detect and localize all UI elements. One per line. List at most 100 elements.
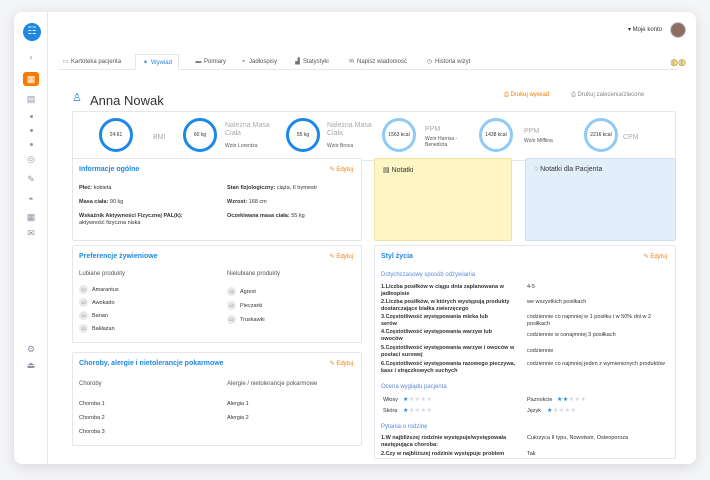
rating-stars[interactable]: ★★★★★ bbox=[557, 396, 586, 403]
cpm-ring: 2216 kcal bbox=[584, 118, 618, 152]
edit-button[interactable]: ✎ Edytuj bbox=[330, 253, 353, 260]
list-item: 12 Awokado bbox=[79, 298, 115, 307]
list-item: 12 Amarantus bbox=[79, 285, 119, 294]
tab-label: Statystyki bbox=[303, 59, 329, 65]
patient-notes-card[interactable]: ◌ Notatki dla Pacjenta bbox=[525, 158, 676, 241]
edit-button[interactable]: ✎ Edytuj bbox=[644, 253, 667, 260]
dish-icon[interactable]: ◓ bbox=[23, 192, 39, 206]
weight-broca-ring: 55 kg bbox=[286, 118, 320, 152]
diseases-card: Choroby, alergie i nietolerancje pokarmo… bbox=[72, 352, 362, 446]
family-title: Pytania o rodzinę bbox=[381, 424, 428, 430]
disease-item: Choroba 3 bbox=[79, 429, 105, 435]
family-answer: Tak bbox=[527, 451, 536, 457]
dish-icon: ◓ bbox=[241, 59, 246, 65]
liked-product: Bakłażan bbox=[92, 325, 115, 332]
edit-button[interactable]: ✎ Edytuj bbox=[330, 166, 353, 173]
list-item: 12 Truskawki bbox=[227, 315, 265, 324]
tab-patient-file[interactable]: ▭ Kartoteka pacjenta bbox=[62, 54, 121, 70]
habit-question: 1.Liczba posiłków w ciągu dnia zaplanowa… bbox=[381, 284, 504, 297]
dot-icon bbox=[30, 129, 33, 132]
account-menu[interactable]: ▾ Moje konto bbox=[628, 26, 662, 33]
logout-icon[interactable]: ⏏ bbox=[23, 358, 39, 372]
diseases-col-title: Choroby bbox=[79, 381, 102, 387]
app-logo[interactable]: ☷ bbox=[23, 23, 41, 41]
notes-card[interactable]: ▤ Notatki bbox=[374, 158, 512, 241]
allergy-item: Alergia 1 bbox=[227, 401, 249, 407]
star-icon: ★★ bbox=[557, 397, 569, 403]
print-recommendations-button[interactable]: ⎙ Drukuj zalecenia/zlecone bbox=[571, 92, 644, 99]
pal-label: Wskaźnik Aktywności Fizycznej PAL(k): bbox=[79, 213, 183, 219]
print-recommendations-label: Drukuj zalecenia/zlecone bbox=[577, 92, 645, 98]
gear-icon[interactable]: ⚙ bbox=[23, 342, 39, 356]
tab-interview[interactable]: ✦ Wywiad bbox=[135, 54, 179, 70]
pal-value: aktywność fizyczna niska bbox=[79, 220, 141, 226]
note-icon: ▤ bbox=[383, 167, 390, 174]
patient-notes-title-text: Notatki dla Pacjenta bbox=[540, 166, 603, 173]
list-item: 12 Pieczarki bbox=[227, 301, 262, 310]
family-answer: Cukrzyca II typu, Nowotwór, Osteoporoza bbox=[527, 435, 629, 441]
list-item: 12 Agrest bbox=[227, 287, 256, 296]
expected-value: 55 kg bbox=[291, 213, 305, 219]
habit-answer: 4-5 bbox=[527, 284, 535, 290]
history-icon: ◷ bbox=[426, 59, 433, 65]
notes-title-text: Notatki bbox=[391, 167, 414, 174]
liked-title: Lubiane produkty bbox=[79, 271, 126, 277]
preferences-title: Preferencje żywieniowe bbox=[79, 253, 158, 260]
habit-answer: codziennie bbox=[527, 348, 554, 354]
rating-label: Język bbox=[527, 408, 542, 414]
cpm-label: CPM bbox=[623, 134, 639, 141]
disease-item: Choroba 1 bbox=[79, 401, 105, 407]
avatar[interactable] bbox=[670, 22, 686, 38]
expected-label: Oczekiwana masa ciała: bbox=[227, 213, 290, 219]
dot-icon bbox=[30, 115, 33, 118]
weight-broca-sub: Wzór Broca bbox=[327, 143, 354, 149]
tab-write-message[interactable]: ✉ Napisz wiadomość bbox=[348, 54, 407, 70]
physio-value: ciąża, II trymestr bbox=[276, 185, 318, 191]
chart-icon: ▟ bbox=[295, 59, 300, 65]
general-info-title: Informacje ogólne bbox=[79, 166, 140, 173]
print-interview-button[interactable]: ⎙ Drukuj wywiad bbox=[504, 92, 549, 99]
tab-label: Napisz wiadomość bbox=[357, 59, 408, 65]
ppm-harris-sub: Wzór Harrisa -Benedicta bbox=[425, 136, 458, 148]
habit-question: 3.Częstotliwość występowania mleka lub s… bbox=[381, 314, 488, 327]
rating-stars[interactable]: ★★★★★ bbox=[547, 407, 576, 414]
sex-label: Płeć: bbox=[79, 185, 93, 191]
weight-lorentz-ring: 60 kg bbox=[183, 118, 217, 152]
product-icon: 12 bbox=[79, 324, 88, 333]
tab-statistics[interactable]: ▟ Statystyki bbox=[294, 54, 329, 70]
habit-question: 5.Częstotliwość występowania warzyw i ow… bbox=[381, 345, 515, 358]
star-icon: ★★★ bbox=[568, 397, 587, 403]
mail-icon: ✉ bbox=[348, 59, 355, 65]
notes-title: ▤ Notatki bbox=[383, 166, 413, 174]
height-label: Wzrost: bbox=[227, 199, 248, 205]
weight-value: 90 kg bbox=[109, 199, 124, 205]
ppm-mifflin-label: PPM bbox=[524, 128, 540, 135]
top-bar: ▾ Moje konto bbox=[48, 12, 696, 48]
bmi-label: BMI bbox=[153, 134, 166, 141]
list-item: 12 Bakłażan bbox=[79, 324, 115, 333]
pencil-icon[interactable]: ✎ bbox=[23, 172, 39, 186]
allergies-col-title: Alergie / nietolerancje pokarmowe bbox=[227, 381, 318, 387]
calendar-icon[interactable]: ▤ bbox=[23, 92, 39, 106]
search-document-icon[interactable]: ◎ bbox=[23, 152, 39, 166]
rating-stars[interactable]: ★★★★★ bbox=[403, 407, 432, 414]
rating-stars[interactable]: ★★★★★ bbox=[403, 396, 432, 403]
liked-product: Amarantus bbox=[92, 286, 119, 293]
chat-icon[interactable]: ◍◍ bbox=[670, 57, 686, 68]
patient-notes-title: ◌ Notatki dla Pacjenta bbox=[534, 166, 602, 173]
tab-label: Kartoteka pacjenta bbox=[71, 59, 122, 65]
mail-icon[interactable]: ✉ bbox=[23, 226, 39, 240]
dot-icon bbox=[30, 143, 33, 146]
habit-answer: codziennie co najmniej w 1 posiłku i w 5… bbox=[527, 314, 652, 327]
weight-broca-label: Należna Masa Ciała bbox=[327, 122, 372, 137]
family-question: 2.Czy w najbliższej rodzinie występuje p… bbox=[381, 451, 505, 457]
dashboard-icon[interactable]: ▦ bbox=[23, 72, 39, 86]
edit-button[interactable]: ✎ Edytuj bbox=[330, 360, 353, 367]
table-icon[interactable]: ▦ bbox=[23, 210, 39, 224]
chevron-right-icon[interactable]: › bbox=[23, 50, 39, 64]
tab-meal-plans[interactable]: ◓ Jadłospisy bbox=[240, 54, 277, 70]
tab-bar: ▭ Kartoteka pacjenta ✦ Wywiad ▬ Pomiary ◓ Ja… bbox=[58, 54, 678, 70]
disliked-product: Agrest bbox=[240, 288, 256, 295]
tab-measurements[interactable]: ▬ Pomiary bbox=[195, 54, 227, 70]
tab-visit-history[interactable]: ◷ Historia wizyt bbox=[426, 54, 470, 70]
